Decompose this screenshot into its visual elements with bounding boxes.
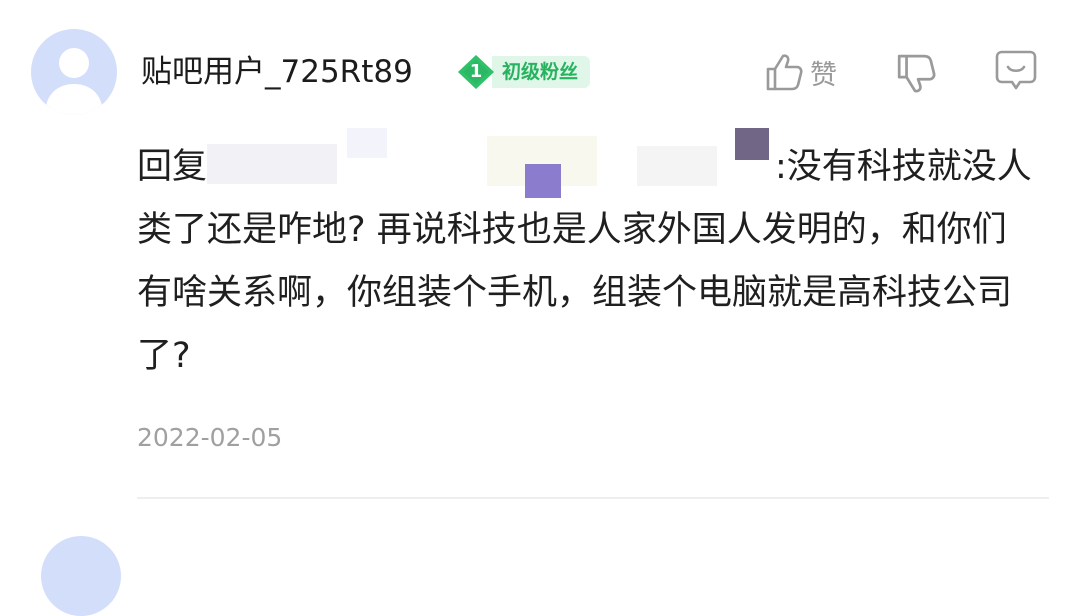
redaction-blur: [347, 128, 388, 158]
like-button[interactable]: 赞: [764, 50, 837, 94]
reply-icon: [995, 50, 1037, 90]
comment-body: 回复:没有科技就没人类了还是咋地? 再说科技也是人家外国人发明的，和你们有啥关系…: [137, 128, 1037, 388]
redaction-blur: [525, 164, 562, 198]
dislike-button[interactable]: [895, 52, 937, 96]
username[interactable]: 贴吧用户_725Rt89: [141, 52, 413, 92]
post-date: 2022-02-05: [137, 423, 283, 452]
divider: [137, 497, 1049, 499]
redaction-blur: [637, 146, 718, 186]
comment-item: 贴吧用户_725Rt89 1 初级粉丝 赞 回复:没有科技就没人类了还是咋地? …: [0, 0, 1074, 616]
thumbs-down-icon: [897, 54, 936, 93]
mentioned-user-redacted[interactable]: [207, 128, 775, 198]
redaction-blur: [207, 144, 338, 184]
reply-prefix: 回复: [137, 147, 208, 187]
avatar[interactable]: [41, 536, 121, 616]
level-label: 初级粉丝: [492, 56, 591, 88]
level-number: 1: [469, 61, 483, 82]
default-user-icon: [45, 48, 103, 115]
reply-button[interactable]: [994, 48, 1038, 92]
thumbs-up-icon: [766, 54, 803, 91]
avatar[interactable]: [31, 29, 117, 115]
fan-level-badge[interactable]: 1 初级粉丝: [456, 54, 591, 90]
level-gem-icon: 1: [456, 54, 496, 90]
redaction-blur: [735, 128, 770, 160]
like-label: 赞: [810, 59, 837, 91]
